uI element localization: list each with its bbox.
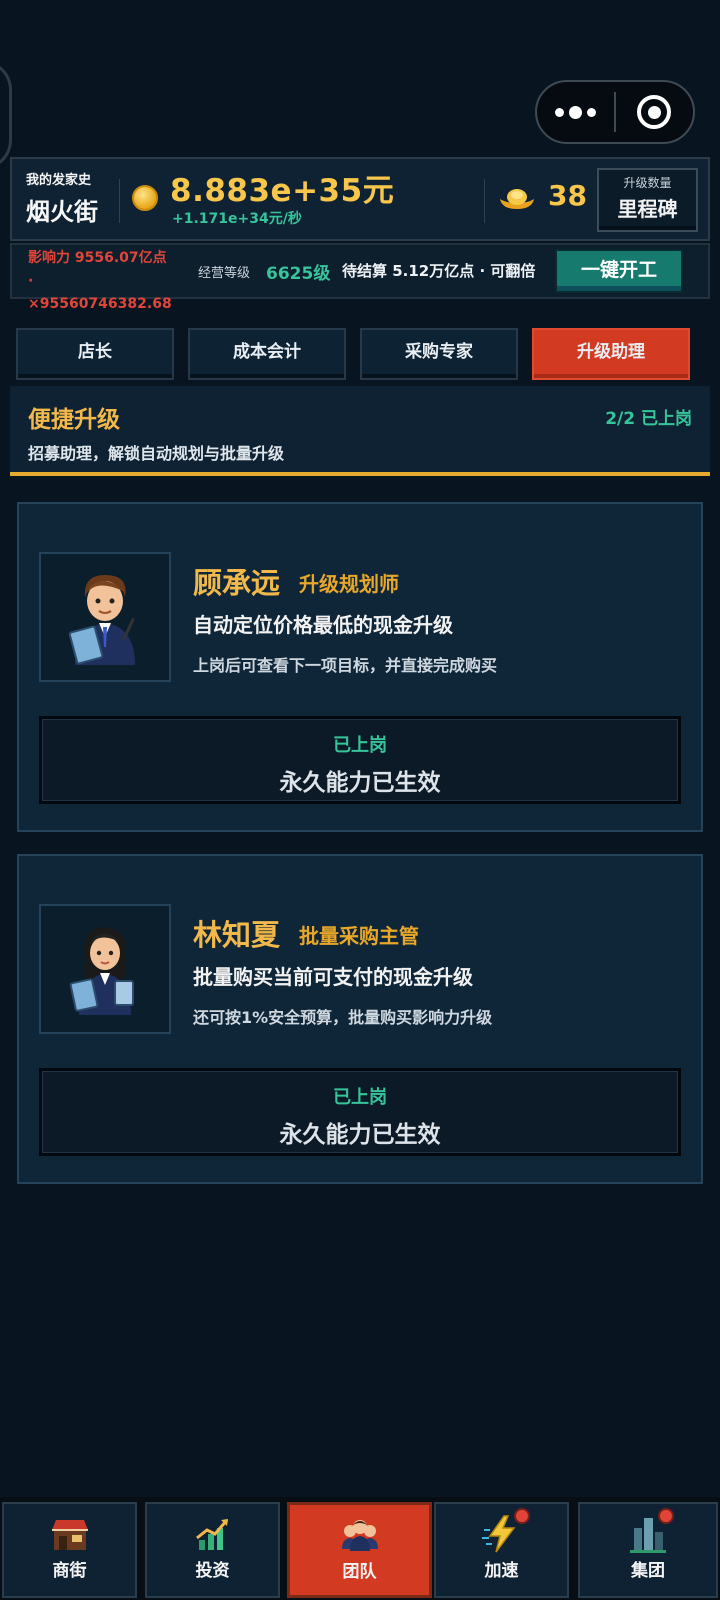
- nav-speedup[interactable]: 加速: [434, 1502, 569, 1598]
- assistant-card: 林知夏 批量采购主管 批量购买当前可支付的现金升级 还可按1%安全预算，批量购买…: [17, 854, 703, 1184]
- tab-store-manager[interactable]: 店长: [16, 328, 174, 380]
- tab-cost-accountant[interactable]: 成本会计: [188, 328, 346, 380]
- assistant-note: 上岗后可查看下一项目标，并直接完成购买: [193, 656, 498, 675]
- history-label[interactable]: 我的发家史: [26, 169, 91, 188]
- gold-count: 38: [548, 179, 587, 212]
- close-miniprogram-icon[interactable]: [616, 95, 693, 129]
- status-effect: 永久能力已生效: [279, 1122, 441, 1148]
- nav-group[interactable]: 集团: [578, 1502, 718, 1598]
- one-click-start-button[interactable]: 一键开工: [555, 249, 683, 293]
- status-effect: 永久能力已生效: [279, 770, 441, 796]
- level-value: 6625级: [266, 264, 331, 284]
- male-assistant-avatar-icon: [68, 575, 135, 665]
- milestone-label: 里程碑: [617, 197, 678, 221]
- section-status: 2/2 已上岗: [605, 409, 692, 429]
- level-label: 经营等级: [198, 266, 251, 281]
- female-assistant-avatar-icon: [69, 927, 134, 1015]
- nav-team[interactable]: 团队: [287, 1502, 432, 1598]
- coin-icon: [132, 185, 158, 211]
- miniprogram-capsule: [535, 80, 695, 144]
- status-on-duty: 已上岗: [333, 1087, 387, 1108]
- milestone-small-label: 升级数量: [623, 176, 672, 190]
- shop-street-icon: [51, 1520, 88, 1550]
- section-header: 便捷升级 2/2 已上岗 招募助理，解锁自动规划与批量升级: [10, 386, 710, 476]
- divider: [119, 179, 120, 223]
- status-on-duty: 已上岗: [333, 735, 387, 756]
- more-menu-icon[interactable]: [537, 105, 614, 119]
- pending-settlement: 待结算 5.12万亿点 · 可翻倍: [342, 262, 536, 280]
- assistant-role: 升级规划师: [299, 572, 399, 596]
- assistant-note: 还可按1%安全预算，批量购买影响力升级: [193, 1008, 493, 1027]
- milestone-button[interactable]: 升级数量 里程碑: [597, 168, 698, 232]
- gold-ingot-icon: [500, 189, 534, 209]
- assistant-description: 批量购买当前可支付的现金升级: [193, 965, 473, 989]
- avatar: [39, 552, 171, 682]
- nav-label: 投资: [195, 1561, 230, 1581]
- nav-label: 集团: [631, 1561, 665, 1581]
- tab-purchase-expert[interactable]: 采购专家: [360, 328, 518, 380]
- avatar: [39, 904, 171, 1034]
- assistant-description: 自动定位价格最低的现金升级: [193, 613, 453, 637]
- influence-text: 影响力 9556.07亿点 · ×95560746382.68: [28, 250, 172, 312]
- assistant-status-box[interactable]: 已上岗 永久能力已生效: [39, 1068, 681, 1156]
- street-name[interactable]: 烟火街: [26, 192, 98, 227]
- notification-badge: [658, 1508, 674, 1524]
- assistant-status-box[interactable]: 已上岗 永久能力已生效: [39, 716, 681, 804]
- status-row: 影响力 9556.07亿点 · ×95560746382.68 经营等级 662…: [10, 243, 710, 312]
- left-edge-decoration: [0, 60, 12, 170]
- assistant-card: 顾承远 升级规划师 自动定位价格最低的现金升级 上岗后可查看下一项目标，并直接完…: [17, 502, 703, 832]
- investment-chart-icon: [195, 1519, 228, 1550]
- team-icon: [341, 1520, 378, 1551]
- tab-upgrade-assistant[interactable]: 升级助理: [532, 328, 690, 380]
- wealth-header: 我的发家史 烟火街 8.883e+35元 +1.171e+34元/秒 38 升级…: [10, 157, 710, 241]
- income-rate: +1.171e+34元/秒: [172, 211, 302, 227]
- money-amount: 8.883e+35元: [170, 173, 395, 209]
- nav-shop-street[interactable]: 商街: [2, 1502, 137, 1598]
- assistant-name: 顾承远: [193, 566, 281, 600]
- nav-label: 加速: [484, 1561, 519, 1581]
- section-title: 便捷升级: [28, 407, 120, 433]
- nav-label: 商街: [52, 1561, 87, 1581]
- assistant-name: 林知夏: [193, 918, 281, 952]
- nav-label: 团队: [342, 1562, 377, 1582]
- section-subtitle: 招募助理，解锁自动规划与批量升级: [28, 444, 285, 463]
- notification-badge: [514, 1508, 530, 1524]
- divider: [484, 179, 485, 223]
- nav-investment[interactable]: 投资: [145, 1502, 280, 1598]
- assistant-role: 批量采购主管: [299, 924, 419, 948]
